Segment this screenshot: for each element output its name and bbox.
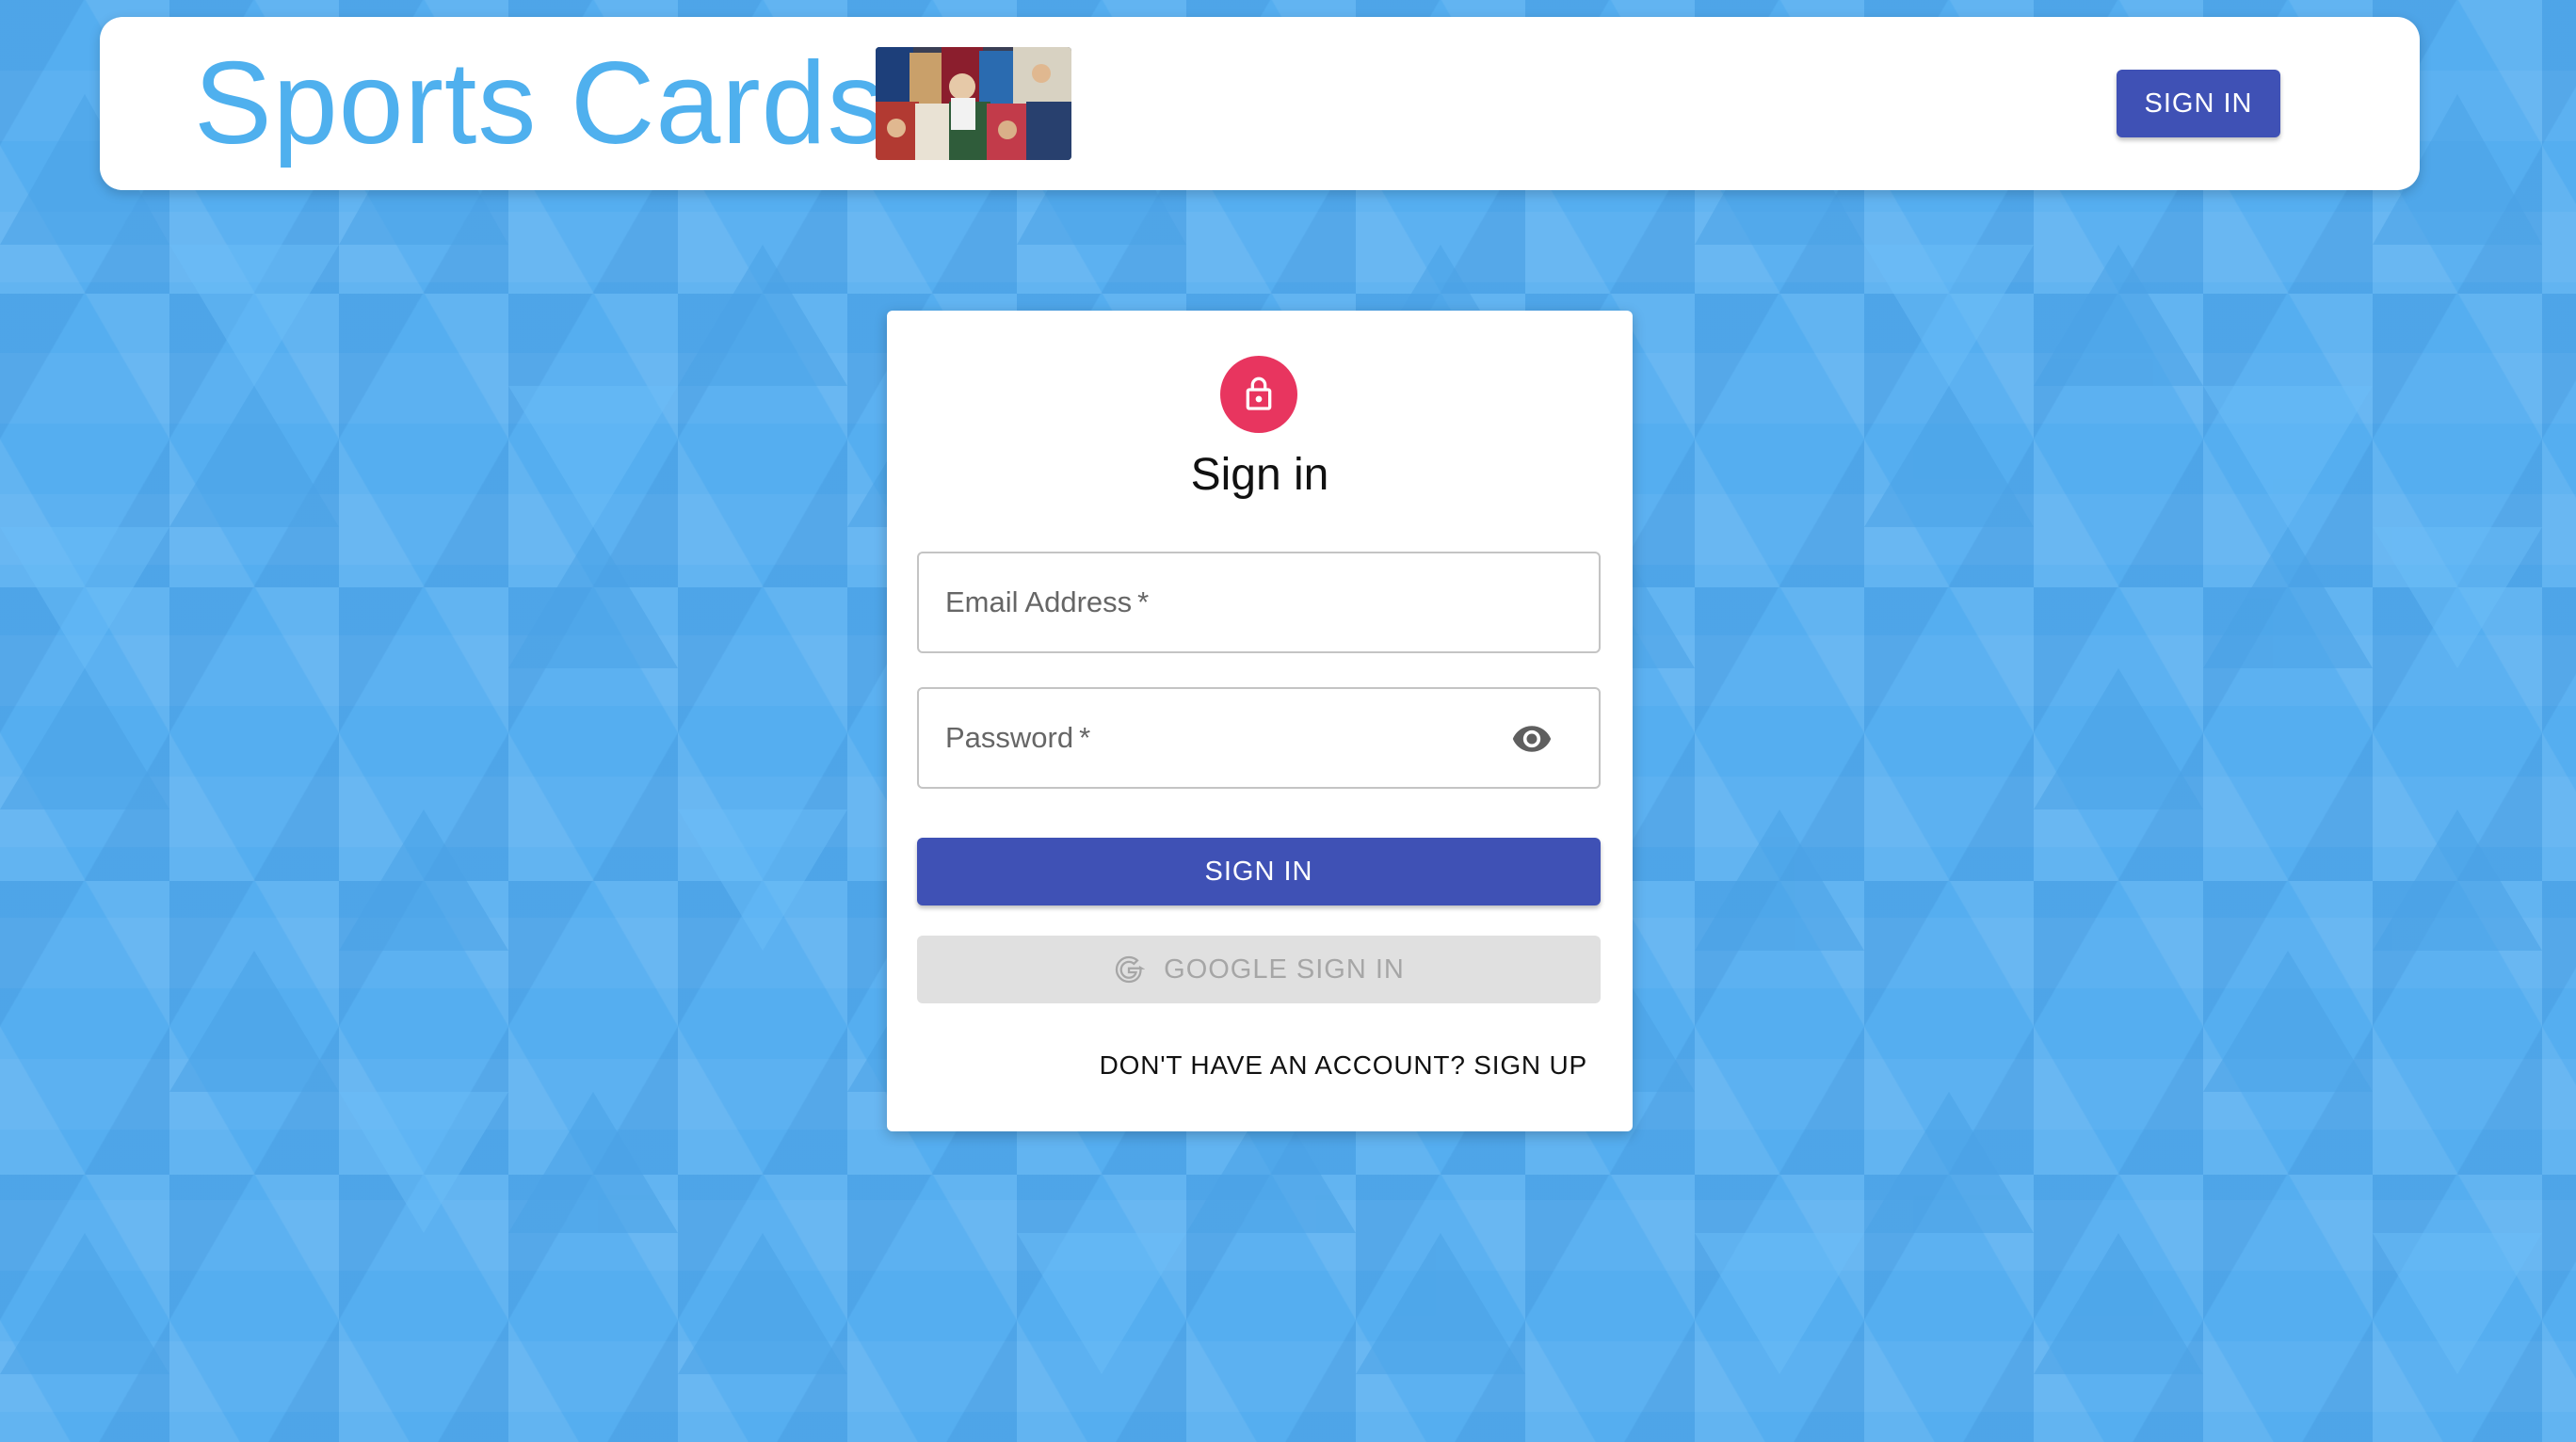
email-label-text: Email Address <box>945 585 1133 618</box>
lock-avatar <box>1220 356 1297 433</box>
email-field-label: Email Address * <box>945 553 1149 651</box>
sign-up-link[interactable]: DON'T HAVE AN ACCOUNT? SIGN UP <box>1100 1050 1587 1081</box>
app-header: Sports Cards SIGN IN <box>100 17 2420 190</box>
toggle-password-visibility-button[interactable] <box>1510 717 1554 761</box>
sign-in-submit-button[interactable]: SIGN IN <box>917 838 1601 905</box>
eye-icon <box>1512 726 1552 752</box>
page-background: Sports Cards SIGN IN Sign in Email Addre… <box>0 0 2576 1442</box>
sports-card-collage-image <box>876 47 1071 160</box>
required-asterisk: * <box>1137 585 1150 618</box>
google-sign-in-label: GOOGLE SIGN IN <box>1164 953 1405 985</box>
google-g-icon <box>1113 953 1146 985</box>
brand-title[interactable]: Sports Cards <box>194 45 887 162</box>
password-field[interactable]: Password * <box>917 687 1601 789</box>
email-field[interactable]: Email Address * <box>917 552 1601 653</box>
google-sign-in-button[interactable]: GOOGLE SIGN IN <box>917 936 1601 1003</box>
lock-icon <box>1246 377 1272 410</box>
password-label-text: Password <box>945 721 1074 754</box>
required-asterisk: * <box>1079 721 1091 754</box>
header-sign-in-button[interactable]: SIGN IN <box>2117 70 2280 137</box>
brand-logo-image <box>876 47 1071 160</box>
sign-in-title: Sign in <box>1190 450 1329 500</box>
password-field-label: Password * <box>945 689 1090 787</box>
sign-in-card: Sign in Email Address * Password * SIGN IN <box>887 311 1633 1131</box>
